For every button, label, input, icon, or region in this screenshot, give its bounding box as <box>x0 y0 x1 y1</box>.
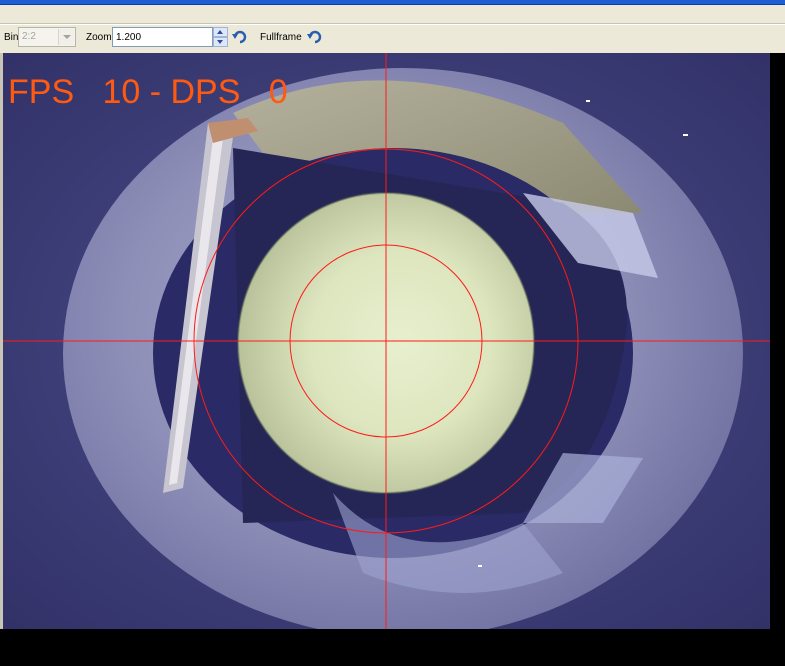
zoom-spinner[interactable] <box>213 27 228 47</box>
zoom-input[interactable] <box>112 27 213 47</box>
camera-frame-image <box>3 53 770 629</box>
toolbar-divider-highlight <box>0 24 785 25</box>
chevron-down-icon[interactable] <box>58 29 74 45</box>
fullframe-reset-icon[interactable] <box>306 28 324 46</box>
bin-select-value: 2:2 <box>22 31 36 42</box>
bin-label: Bin <box>4 32 19 43</box>
toolbar: Bin 2:2 Zoom Fullframe <box>0 5 785 53</box>
spin-up-icon[interactable] <box>213 27 228 37</box>
frame-bottom-area <box>0 629 785 666</box>
zoom-label: Zoom <box>86 32 112 43</box>
zoom-reset-icon[interactable] <box>231 28 249 46</box>
fps-overlay: FPS 10 - DPS 0 <box>8 73 288 111</box>
camera-video-view[interactable] <box>3 53 770 629</box>
bin-select[interactable]: 2:2 <box>18 27 76 47</box>
fullframe-label: Fullframe <box>260 32 302 43</box>
frame-right-border <box>770 53 785 629</box>
spin-down-icon[interactable] <box>213 37 228 47</box>
